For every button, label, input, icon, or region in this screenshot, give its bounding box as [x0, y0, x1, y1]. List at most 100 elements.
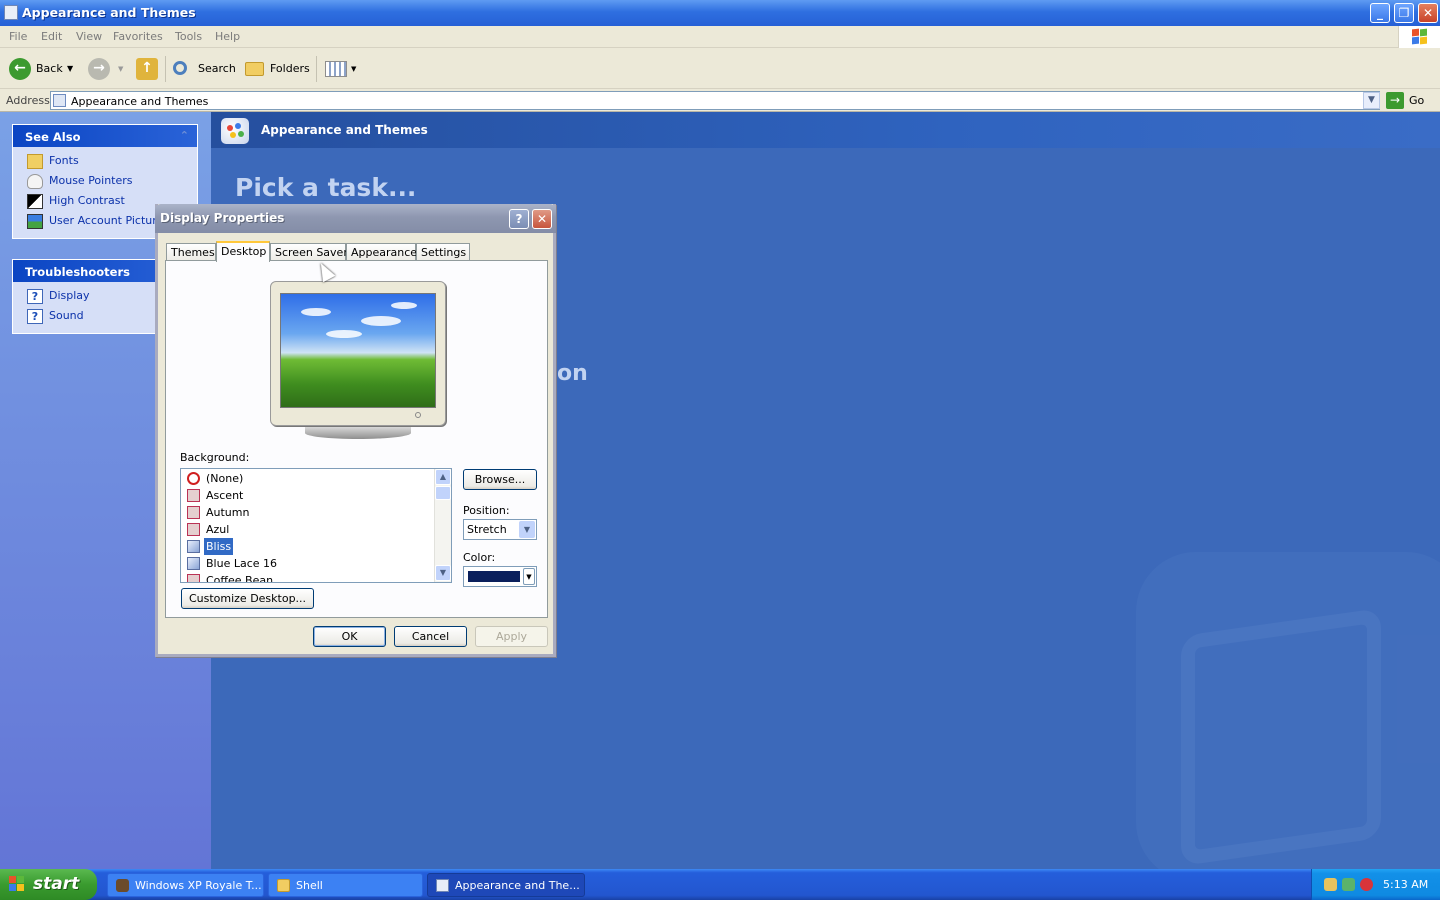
menu-edit[interactable]: Edit — [41, 30, 62, 43]
taskbar: start Windows XP Royale T... Shell Appea… — [0, 869, 1440, 900]
scroll-thumb[interactable] — [435, 486, 451, 500]
cancel-button[interactable]: Cancel — [394, 626, 467, 647]
forward-dropdown-icon[interactable]: ▼ — [118, 56, 123, 82]
bitmap-icon — [187, 523, 200, 536]
see-also-header[interactable]: See Also ⌃ — [13, 125, 197, 147]
control-panel-icon — [436, 879, 449, 892]
window-title: Appearance and Themes — [22, 5, 196, 20]
collapse-chevron-icon[interactable]: ⌃ — [180, 129, 189, 142]
scroll-down-icon[interactable]: ▼ — [435, 565, 451, 581]
tab-appearance[interactable]: Appearance — [346, 243, 417, 261]
high-contrast-icon — [27, 194, 43, 209]
folder-icon — [277, 879, 290, 892]
list-item-label: Autumn — [206, 506, 250, 519]
forward-button[interactable]: → ▼ — [88, 56, 126, 82]
ok-button[interactable]: OK — [313, 626, 386, 647]
content-title: Appearance and Themes — [261, 123, 428, 137]
clock[interactable]: 5:13 AM — [1383, 878, 1428, 891]
watermark-graphic — [1136, 552, 1440, 869]
scroll-up-icon[interactable]: ▲ — [435, 469, 451, 485]
toolbar-separator — [316, 56, 317, 82]
up-button[interactable]: ↑ — [136, 56, 160, 82]
listbox-scrollbar[interactable]: ▲ ▼ — [434, 469, 451, 582]
search-button[interactable]: Search — [171, 56, 237, 82]
image-file-icon — [187, 557, 200, 570]
menu-favorites[interactable]: Favorites — [113, 30, 163, 43]
help-icon: ? — [27, 309, 43, 324]
start-button[interactable]: start — [0, 869, 97, 900]
menu-tools[interactable]: Tools — [175, 30, 202, 43]
dialog-close-button[interactable]: ✕ — [532, 209, 552, 229]
tab-settings[interactable]: Settings — [416, 243, 470, 261]
help-button[interactable]: ? — [509, 209, 529, 229]
tray-security-alert-icon[interactable] — [1360, 878, 1373, 891]
wallpaper-preview — [280, 293, 436, 408]
help-icon: ? — [27, 289, 43, 304]
tray-shield-icon[interactable] — [1342, 878, 1355, 891]
address-dropdown-icon[interactable]: ▼ — [1363, 92, 1380, 109]
tray-network-icon[interactable] — [1324, 878, 1337, 891]
image-file-icon — [187, 540, 200, 553]
bitmap-icon — [187, 506, 200, 519]
browse-button[interactable]: Browse... — [463, 469, 537, 490]
folders-button[interactable]: Folders — [243, 56, 311, 82]
see-also-fonts[interactable]: Fonts — [25, 152, 187, 172]
address-label: Address — [6, 94, 50, 107]
appearance-themes-icon — [221, 118, 249, 144]
tab-screen-saver[interactable]: Screen Saver — [270, 243, 348, 261]
restore-button[interactable]: ❐ — [1394, 3, 1414, 23]
folders-label: Folders — [270, 62, 310, 75]
monitor-power-led — [415, 412, 421, 418]
chevron-down-icon[interactable]: ▼ — [519, 521, 535, 538]
see-also-title: See Also — [25, 130, 81, 144]
dialog-title: Display Properties — [160, 211, 285, 225]
app-icon — [116, 879, 129, 892]
menu-view[interactable]: View — [76, 30, 102, 43]
bitmap-icon — [187, 574, 200, 582]
background-listbox[interactable]: (None) Ascent Autumn Azul Bliss Blue Lac… — [180, 468, 452, 583]
back-button[interactable]: ← Back ▼ — [9, 56, 79, 82]
menu-bar: File Edit View Favorites Tools Help — [0, 26, 1440, 48]
troubleshooter-sound-label: Sound — [49, 309, 84, 322]
dialog-titlebar[interactable]: Display Properties ? ✕ — [155, 204, 556, 233]
back-label: Back — [36, 62, 63, 75]
mouse-pointer-icon — [27, 174, 43, 189]
address-field[interactable]: Appearance and Themes — [50, 91, 1380, 110]
taskbar-label: Windows XP Royale T... — [135, 879, 262, 892]
customize-desktop-button[interactable]: Customize Desktop... — [181, 588, 314, 609]
up-folder-icon: ↑ — [136, 58, 158, 80]
chevron-down-icon[interactable]: ▼ — [523, 568, 535, 585]
folders-icon — [245, 62, 264, 76]
see-also-mouse-pointers-label: Mouse Pointers — [49, 174, 133, 187]
search-label: Search — [198, 62, 236, 75]
go-arrow-icon: → — [1386, 92, 1404, 109]
position-value: Stretch — [467, 523, 507, 536]
taskbar-button-shell[interactable]: Shell — [268, 873, 423, 897]
desktop-tab-panel: Background: (None) Ascent Autumn Azul Bl… — [165, 260, 548, 618]
tab-themes[interactable]: Themes — [166, 243, 216, 261]
taskbar-button-appearance-and-themes[interactable]: Appearance and The... — [427, 873, 585, 897]
position-label: Position: — [463, 504, 510, 517]
views-button[interactable]: ▼ — [323, 56, 359, 82]
see-also-mouse-pointers[interactable]: Mouse Pointers — [25, 172, 187, 192]
taskbar-button-windows-xp-royale[interactable]: Windows XP Royale T... — [107, 873, 264, 897]
monitor-preview — [270, 281, 446, 426]
list-item-label: Blue Lace 16 — [206, 557, 278, 570]
list-item-label: Bliss — [204, 538, 234, 555]
position-select[interactable]: Stretch ▼ — [463, 519, 537, 540]
toolbar-separator — [165, 56, 166, 82]
color-label: Color: — [463, 551, 496, 564]
back-dropdown-icon[interactable]: ▼ — [67, 56, 73, 82]
color-swatch — [468, 571, 520, 582]
magnifier-icon — [173, 61, 187, 75]
troubleshooter-display-label: Display — [49, 289, 90, 302]
apply-button[interactable]: Apply — [475, 626, 548, 647]
minimize-button[interactable]: _ — [1370, 3, 1390, 23]
go-button[interactable]: → Go — [1386, 92, 1436, 109]
color-picker-button[interactable]: ▼ — [463, 566, 537, 587]
tab-desktop[interactable]: Desktop — [216, 241, 270, 262]
standard-toolbar: ← Back ▼ → ▼ ↑ Search Folders ▼ — [0, 48, 1440, 89]
menu-file[interactable]: File — [9, 30, 27, 43]
menu-help[interactable]: Help — [215, 30, 240, 43]
close-button[interactable]: ✕ — [1418, 3, 1438, 23]
